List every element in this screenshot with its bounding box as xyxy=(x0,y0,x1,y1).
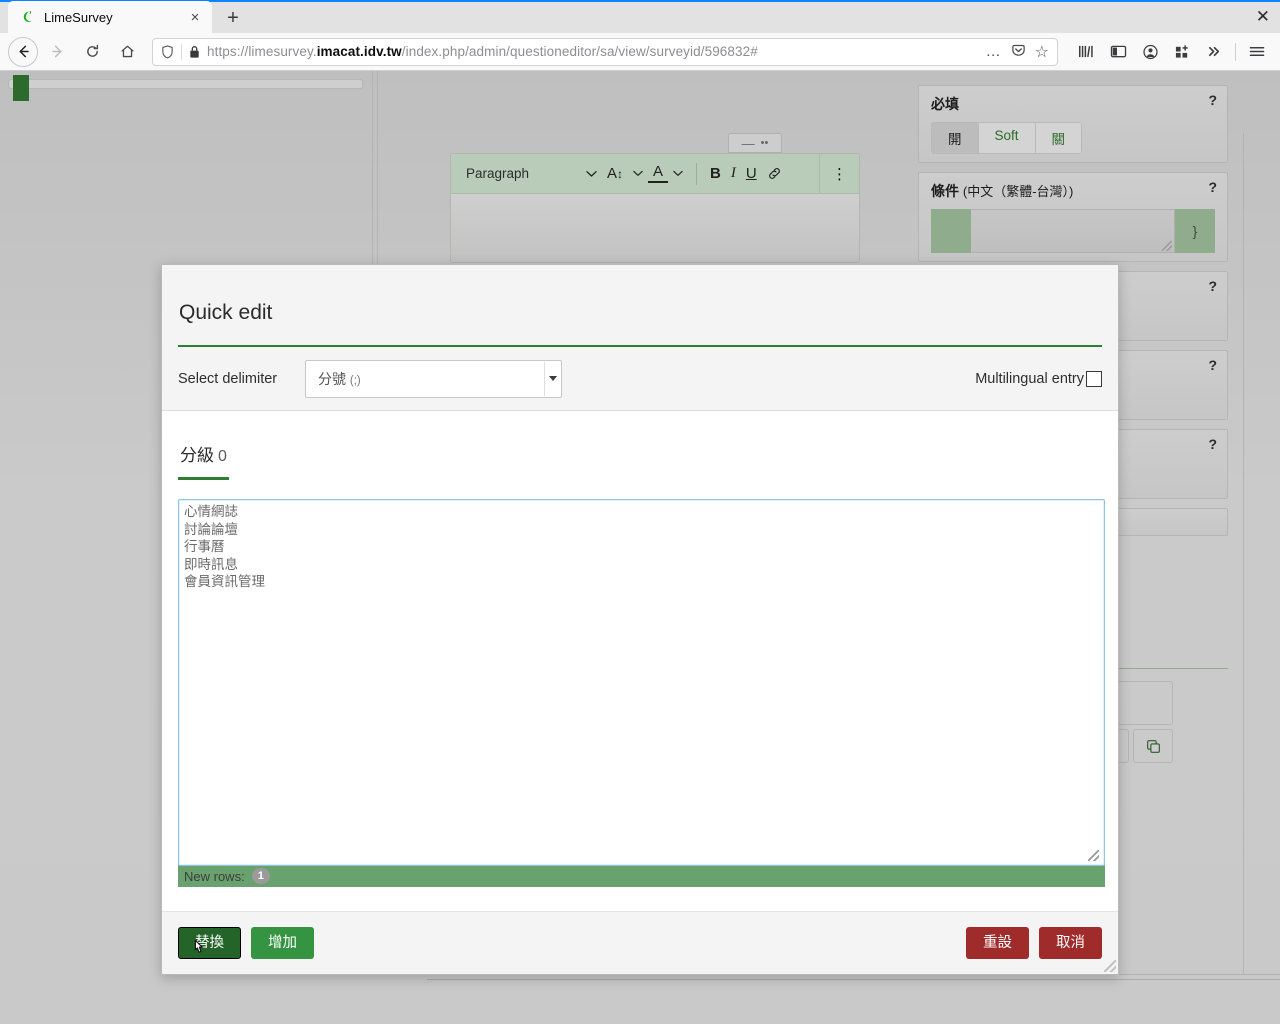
overflow-icon[interactable] xyxy=(1199,38,1229,66)
page-actions-icon[interactable]: … xyxy=(986,43,1002,60)
url-text: https://limesurvey.imacat.idv.tw/index.p… xyxy=(207,44,758,59)
language-tabs: 分級 0 xyxy=(178,437,1102,480)
browser-chrome: LimeSurvey × + ✕ https://limesurvey.imac… xyxy=(0,0,1280,71)
tab-strip: LimeSurvey × + ✕ xyxy=(0,0,1280,33)
page-content-area: — •• Paragraph A ↕ A B I U ⋮ ? 必填 開 Soft… xyxy=(0,71,1280,1024)
cancel-button[interactable]: 取消 xyxy=(1039,926,1102,960)
new-tab-button[interactable]: + xyxy=(218,3,248,33)
home-button[interactable] xyxy=(111,37,143,67)
tab-count: 0 xyxy=(218,448,227,465)
sidebar-icon[interactable] xyxy=(1103,38,1133,66)
add-button[interactable]: 增加 xyxy=(251,926,314,960)
dialog-header: Quick edit xyxy=(162,265,1118,347)
modal-overlay: Quick edit Select delimiter 分號 (;) Multi… xyxy=(0,71,1280,1024)
delimiter-value-paren: (;) xyxy=(349,374,361,387)
multilingual-entry-checkbox[interactable] xyxy=(1086,370,1102,387)
pocket-icon[interactable] xyxy=(1011,43,1026,61)
replace-button[interactable]: 替換 xyxy=(178,926,241,960)
close-icon[interactable]: × xyxy=(186,8,204,26)
textarea-wrapper xyxy=(178,499,1105,866)
multilingual-entry-toggle[interactable]: Multilingual entry xyxy=(975,370,1102,387)
url-bar[interactable]: https://limesurvey.imacat.idv.tw/index.p… xyxy=(152,37,1058,66)
extensions-icon[interactable] xyxy=(1167,38,1197,66)
footer-secondary-actions: 重設 取消 xyxy=(966,926,1102,960)
dialog-body: 分級0 New rows: 1 xyxy=(162,411,1118,911)
forward-button xyxy=(41,37,73,67)
back-button[interactable] xyxy=(8,36,38,67)
delimiter-bar: Select delimiter 分號 (;) Multilingual ent… xyxy=(162,347,1118,411)
lock-icon[interactable] xyxy=(189,45,200,59)
quick-edit-textarea[interactable] xyxy=(178,499,1105,866)
delimiter-label: Select delimiter xyxy=(178,370,278,387)
browser-tab-title: LimeSurvey xyxy=(44,9,113,25)
tab-fenji[interactable]: 分級 0 xyxy=(178,437,229,480)
chevron-down-icon-delimiter[interactable] xyxy=(544,361,560,396)
browser-toolbar-icons xyxy=(1067,38,1272,66)
delimiter-value: 分號 (;) xyxy=(318,369,361,389)
menu-icon[interactable] xyxy=(1242,38,1272,66)
dialog-resize-grip-icon[interactable] xyxy=(1104,960,1116,972)
shield-icon[interactable] xyxy=(161,44,174,59)
dialog-title: Quick edit xyxy=(179,301,273,324)
dialog-footer: 替換 增加 重設 取消 xyxy=(162,911,1118,974)
reload-button[interactable] xyxy=(76,37,108,67)
quick-edit-dialog: Quick edit Select delimiter 分號 (;) Multi… xyxy=(161,264,1119,975)
limesurvey-icon xyxy=(20,9,36,25)
new-rows-label: New rows: xyxy=(184,868,245,884)
reset-button[interactable]: 重設 xyxy=(966,926,1029,960)
library-icon[interactable] xyxy=(1071,38,1101,66)
footer-primary-actions: 替換 增加 xyxy=(178,926,314,960)
navigation-bar: https://limesurvey.imacat.idv.tw/index.p… xyxy=(0,33,1280,71)
window-close-button[interactable]: ✕ xyxy=(1256,8,1270,25)
delimiter-value-text: 分號 xyxy=(318,370,346,387)
tab-label: 分級 xyxy=(180,446,214,465)
delimiter-select[interactable]: 分號 (;) xyxy=(305,359,562,398)
browser-tab-limesurvey[interactable]: LimeSurvey × xyxy=(8,1,212,33)
bookmark-icon[interactable]: ☆ xyxy=(1035,42,1049,62)
account-icon[interactable] xyxy=(1135,38,1165,66)
new-rows-status-bar: New rows: 1 xyxy=(178,865,1105,887)
multilingual-entry-label: Multilingual entry xyxy=(975,370,1084,387)
new-rows-count-badge: 1 xyxy=(251,868,270,884)
